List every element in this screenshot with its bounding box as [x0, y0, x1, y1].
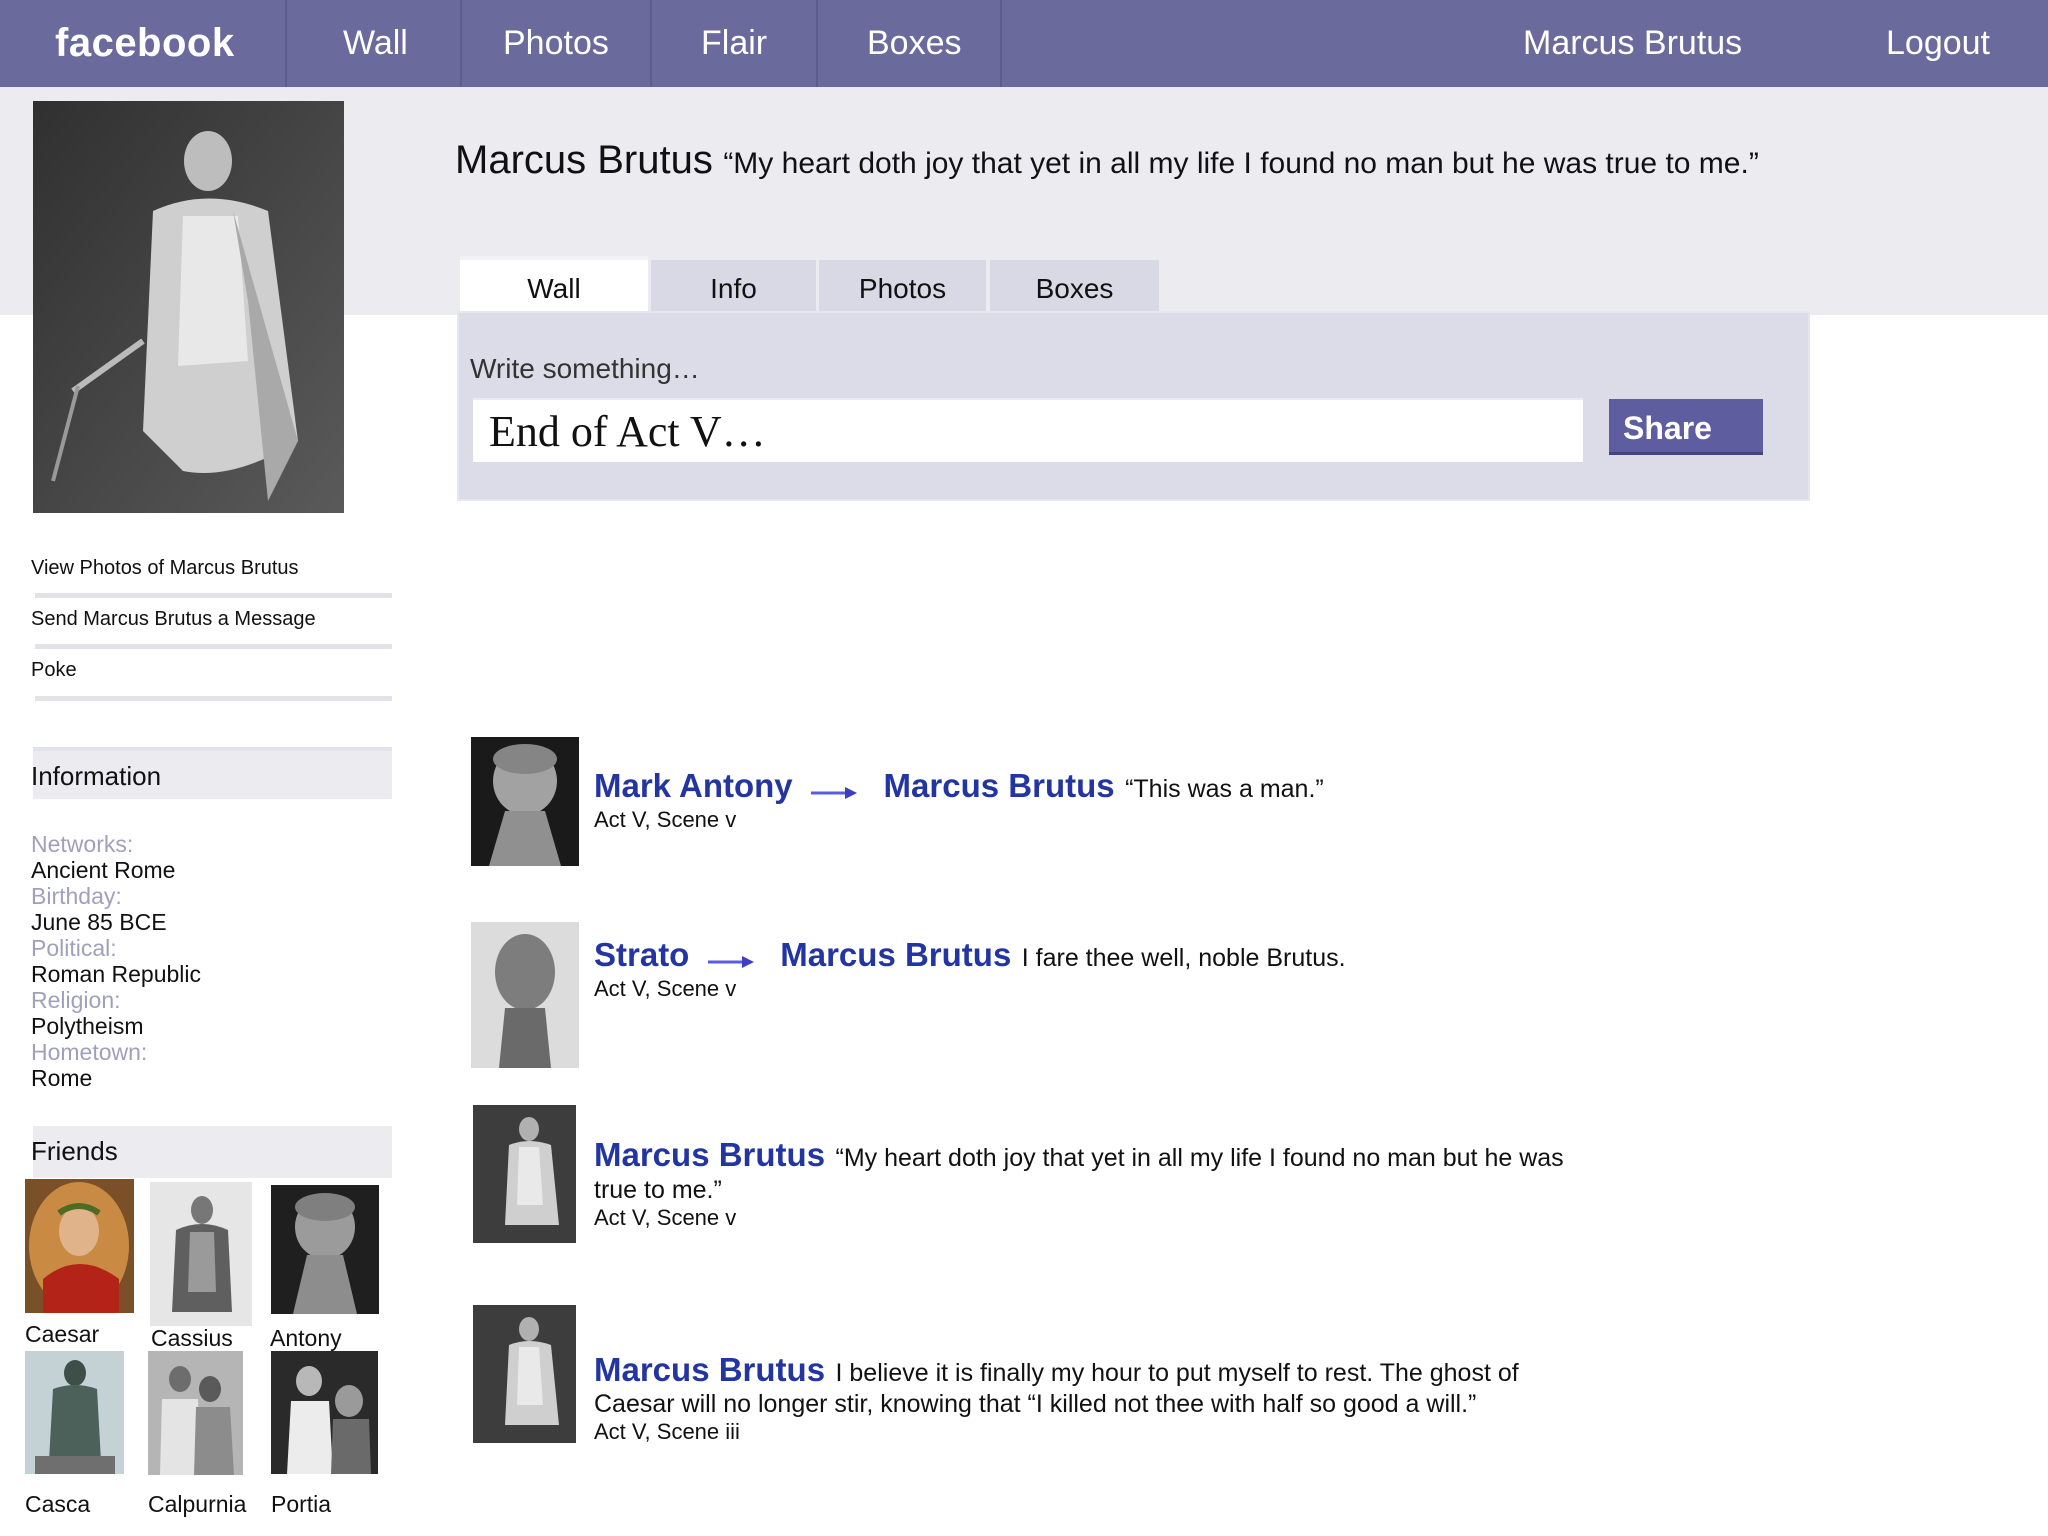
- portia-photo-image: [271, 1351, 378, 1474]
- nav-photos[interactable]: Photos: [503, 0, 609, 87]
- post-author-photo[interactable]: [473, 1105, 576, 1243]
- info-value-networks[interactable]: Ancient Rome: [31, 857, 175, 884]
- brutus-photo-image: [473, 1105, 576, 1243]
- post-header: Mark Antony Marcus Brutus “This was a ma…: [594, 767, 1324, 805]
- post-meta: Act V, Scene iii: [594, 1419, 740, 1444]
- nav-divider: [650, 0, 652, 87]
- strato-bust-image: [471, 922, 579, 1068]
- send-message-link[interactable]: Send Marcus Brutus a Message: [31, 608, 316, 631]
- arrow-right-icon: [707, 955, 754, 968]
- information-header: Information: [31, 747, 392, 799]
- nav-divider: [1000, 0, 1002, 87]
- tab-wall[interactable]: Wall: [460, 256, 648, 315]
- nav-divider: [285, 0, 287, 87]
- post-author-link[interactable]: Strato: [594, 936, 689, 973]
- post-author-photo[interactable]: [471, 922, 579, 1068]
- post-text: I fare thee well, noble Brutus.: [1021, 944, 1346, 972]
- friend-photo-calpurnia[interactable]: [148, 1351, 243, 1475]
- post-author-link[interactable]: Marcus Brutus: [594, 1136, 825, 1173]
- info-label-political: Political:: [31, 935, 117, 961]
- nav-divider: [460, 0, 462, 87]
- composer-input[interactable]: End of Act V…: [473, 398, 1583, 462]
- info-label-religion: Religion:: [31, 987, 121, 1013]
- nav-user-profile[interactable]: Marcus Brutus: [1523, 0, 1742, 87]
- info-label-birthday: Birthday:: [31, 883, 122, 909]
- tab-boxes[interactable]: Boxes: [990, 256, 1159, 315]
- post-text: “My heart doth joy that yet in all my li…: [835, 1144, 1564, 1172]
- cassius-portrait-image: [150, 1182, 252, 1326]
- friend-name-caesar[interactable]: Caesar: [25, 1321, 99, 1348]
- nav-wall[interactable]: Wall: [343, 0, 408, 87]
- post-header: Strato Marcus Brutus I fare thee well, n…: [594, 936, 1346, 974]
- tab-photos[interactable]: Photos: [819, 256, 986, 315]
- post-meta: Act V, Scene v: [594, 807, 737, 832]
- divider: [35, 696, 392, 701]
- tab-info[interactable]: Info: [651, 256, 816, 315]
- view-photos-link[interactable]: View Photos of Marcus Brutus: [31, 557, 299, 580]
- post-text-continued: Caesar will no longer stir, knowing that…: [594, 1390, 1477, 1418]
- friend-photo-casca[interactable]: [25, 1351, 124, 1474]
- post-meta: Act V, Scene v: [594, 976, 737, 1001]
- divider: [35, 593, 392, 598]
- calpurnia-photo-image: [148, 1351, 243, 1475]
- casca-statue-image: [25, 1351, 124, 1474]
- post-text: I believe it is finally my hour to put m…: [835, 1359, 1519, 1387]
- profile-name: Marcus Brutus: [455, 138, 713, 182]
- post-author-photo[interactable]: [471, 737, 579, 866]
- post-target-link[interactable]: Marcus Brutus: [884, 767, 1115, 804]
- caesar-portrait-image: [25, 1179, 134, 1313]
- divider: [35, 644, 392, 649]
- friends-header-label: Friends: [31, 1136, 118, 1166]
- friend-photo-caesar[interactable]: [25, 1179, 134, 1313]
- post-header: Marcus Brutus I believe it is finally my…: [594, 1351, 1519, 1389]
- friend-name-portia[interactable]: Portia: [271, 1491, 331, 1518]
- friend-name-calpurnia[interactable]: Calpurnia: [148, 1491, 246, 1518]
- post-target-link[interactable]: Marcus Brutus: [780, 936, 1011, 973]
- post-author-link[interactable]: Mark Antony: [594, 767, 793, 804]
- profile-photo[interactable]: [33, 101, 344, 513]
- profile-photo-image: [33, 101, 344, 513]
- friend-photo-portia[interactable]: [271, 1351, 378, 1474]
- friend-photo-antony[interactable]: [271, 1185, 379, 1314]
- friends-header: Friends: [31, 1126, 392, 1178]
- info-value-hometown[interactable]: Rome: [31, 1065, 92, 1092]
- composer-label: Write something…: [470, 353, 700, 384]
- antony-bust-image: [271, 1185, 379, 1314]
- post-header: Marcus Brutus “My heart doth joy that ye…: [594, 1136, 1564, 1174]
- page-title: Marcus Brutus “My heart doth joy that ye…: [455, 138, 1759, 183]
- share-button[interactable]: Share: [1609, 399, 1763, 455]
- top-navigation-bar: facebook Wall Photos Flair Boxes Marcus …: [0, 0, 2048, 87]
- friend-name-antony[interactable]: Antony: [270, 1325, 342, 1352]
- info-label-hometown: Hometown:: [31, 1039, 148, 1065]
- friend-name-cassius[interactable]: Cassius: [151, 1325, 233, 1352]
- information-header-label: Information: [31, 761, 162, 791]
- brutus-photo-image: [473, 1305, 576, 1443]
- profile-status-quote: “My heart doth joy that yet in all my li…: [723, 147, 1759, 180]
- info-value-birthday: June 85 BCE: [31, 909, 167, 935]
- nav-divider: [816, 0, 818, 87]
- friend-name-casca[interactable]: Casca: [25, 1491, 90, 1518]
- nav-flair[interactable]: Flair: [701, 0, 767, 87]
- poke-link[interactable]: Poke: [31, 659, 77, 682]
- friend-photo-cassius[interactable]: [150, 1182, 252, 1326]
- post-text: “This was a man.”: [1125, 775, 1324, 803]
- facebook-logo[interactable]: facebook: [55, 0, 235, 87]
- info-label-networks: Networks:: [31, 831, 134, 857]
- post-author-link[interactable]: Marcus Brutus: [594, 1351, 825, 1388]
- info-value-religion: Polytheism: [31, 1013, 144, 1039]
- post-meta: Act V, Scene v: [594, 1205, 737, 1230]
- logout-link[interactable]: Logout: [1886, 0, 1990, 87]
- info-value-political: Roman Republic: [31, 961, 202, 987]
- arrow-right-icon: [811, 786, 858, 799]
- post-text-continued: true to me.”: [594, 1176, 722, 1204]
- post-author-photo[interactable]: [473, 1305, 576, 1443]
- nav-boxes[interactable]: Boxes: [867, 0, 962, 87]
- antony-bust-image: [471, 737, 579, 866]
